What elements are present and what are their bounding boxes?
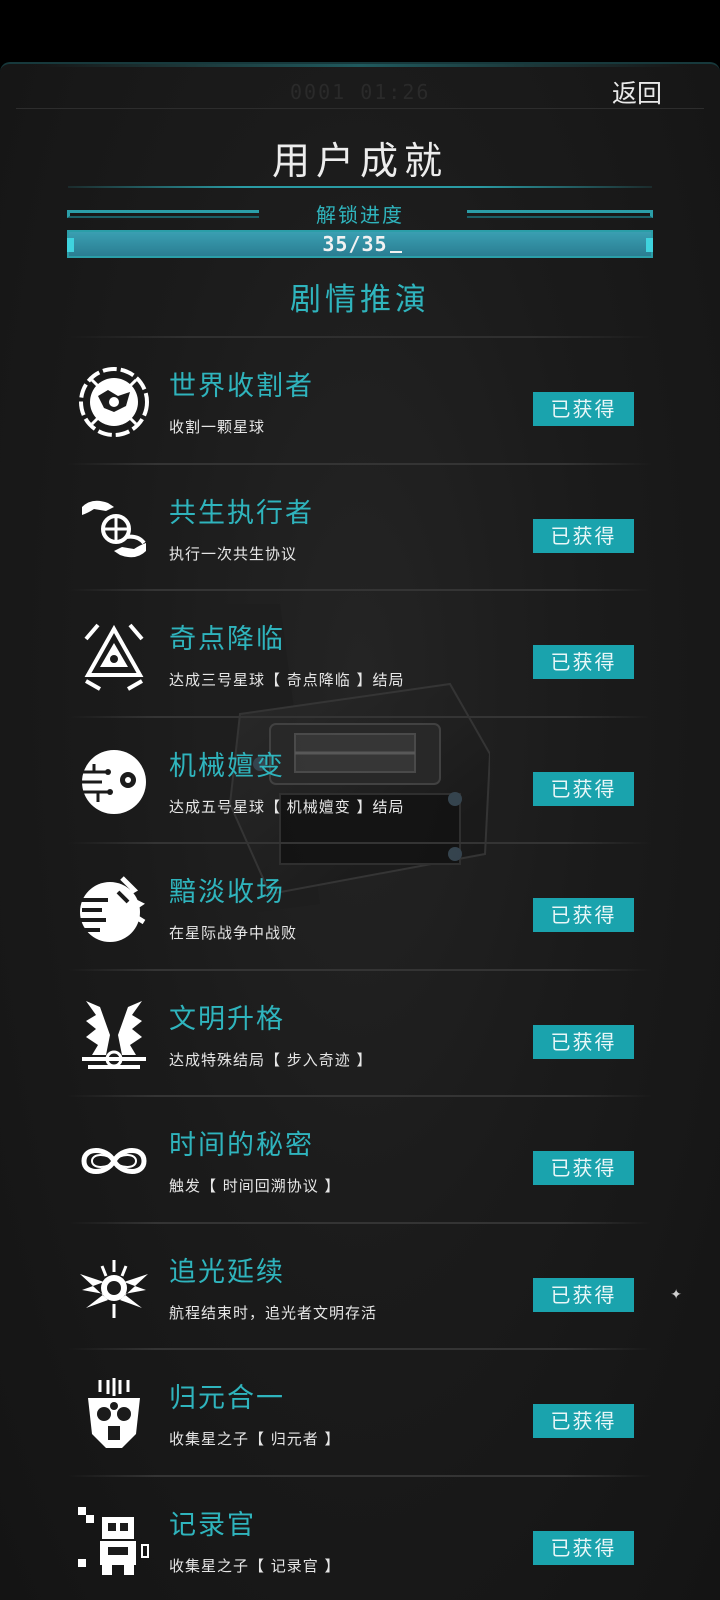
cyber-eye-icon [82,749,146,814]
obtained-badge: 已获得 [533,518,634,553]
progress-value: 35/35 [69,232,655,256]
obtained-badge: 已获得 [533,1151,634,1185]
achievement-title: 追光延续 [169,1256,285,1288]
page-title: 用户成就 [271,139,448,183]
achievement-desc: 达成五号星球【 机械嬗变 】结局 [169,797,405,816]
achievement-row[interactable]: 奇点降临 达成三号星球【 奇点降临 】结局 已获得 [0,591,720,718]
hands-globe-icon [82,500,146,557]
achievement-title: 机械嬗变 [169,750,285,782]
pixel-robot-icon [78,1506,149,1575]
harvested-planet-icon [79,367,149,437]
achievements-screen: 0001 01:26 返回 用户成就 解锁进度 35/35 剧情推演 ✦ 世界收… [0,0,720,1600]
game-timer: 0001 01:26 [290,80,431,104]
achievement-title: 文明升格 [169,1003,285,1035]
achievement-row[interactable]: 黯淡收场 在星际战争中战败 已获得 [0,844,720,971]
section-title: 剧情推演 [290,282,430,318]
obtained-badge: 已获得 [533,771,634,806]
progress-label: 解锁进度 [316,203,404,227]
achievement-title: 奇点降临 [169,624,285,655]
winged-sun-icon [80,1259,148,1318]
fading-planet-icon [80,876,146,942]
achievement-title: 时间的秘密 [169,1130,314,1161]
achievement-title: 黯淡收场 [169,877,285,908]
achievement-desc: 收集星之子【 记录官 】 [169,1556,341,1575]
achievement-row[interactable]: 文明升格 达成特殊结局【 步入奇迹 】 已获得 [0,971,720,1097]
achievement-title: 世界收割者 [169,371,314,402]
achievement-title: 记录官 [169,1509,256,1541]
obtained-badge: 已获得 [533,1024,634,1059]
achievement-desc: 触发【 时间回溯协议 】 [169,1177,341,1195]
achievement-desc: 收集星之子【 归元者 】 [169,1430,341,1448]
unlock-progress: 解锁进度 35/35 [67,203,653,258]
status-bar-area [0,0,720,62]
achievement-list: 世界收割者 收割一颗星球 已获得 共生执行者 执行一次共生协议 已获得 奇点降临… [0,338,720,1600]
achievement-title: 共生执行者 [169,497,314,529]
achievement-row[interactable]: 追光延续 航程结束时，追光者文明存活 已获得 [0,1224,720,1350]
achievement-desc: 收割一颗星球 [169,418,266,436]
winged-emblem-icon [82,1000,146,1069]
achievement-desc: 达成特殊结局【 步入奇迹 】 [169,1050,373,1069]
achievement-row[interactable]: 共生执行者 执行一次共生协议 已获得 [0,465,720,591]
obtained-badge: 已获得 [533,645,634,679]
circuit-mask-icon [88,1378,140,1448]
achievements-panel: 0001 01:26 返回 用户成就 解锁进度 35/35 剧情推演 ✦ 世界收… [0,62,720,1600]
achievement-desc: 在星际战争中战败 [169,924,298,942]
obtained-badge: 已获得 [533,1277,634,1312]
obtained-badge: 已获得 [533,1530,634,1565]
achievement-desc: 达成三号星球【 奇点降临 】结局 [169,671,405,689]
title-underline [68,186,652,188]
progress-bar: 35/35 [67,230,653,258]
achievement-row[interactable]: 世界收割者 收割一颗星球 已获得 [0,338,720,465]
infinity-icon [81,1148,147,1174]
singularity-triangle-icon [84,623,144,691]
achievement-row[interactable]: 记录官 收集星之子【 记录官 】 已获得 [0,1477,720,1600]
header-divider [16,108,704,109]
back-button[interactable]: 返回 [612,74,662,110]
achievement-row[interactable]: 时间的秘密 触发【 时间回溯协议 】 已获得 [0,1097,720,1224]
achievement-row[interactable]: 机械嬗变 达成五号星球【 机械嬗变 】结局 已获得 [0,718,720,844]
achievement-desc: 执行一次共生协议 [169,544,298,563]
achievement-title: 归元合一 [169,1383,285,1414]
achievement-row[interactable]: 归元合一 收集星之子【 归元者 】 已获得 [0,1350,720,1477]
obtained-badge: 已获得 [533,392,634,426]
obtained-badge: 已获得 [533,1404,634,1438]
achievement-desc: 航程结束时，追光者文明存活 [169,1303,378,1322]
obtained-badge: 已获得 [533,898,634,932]
